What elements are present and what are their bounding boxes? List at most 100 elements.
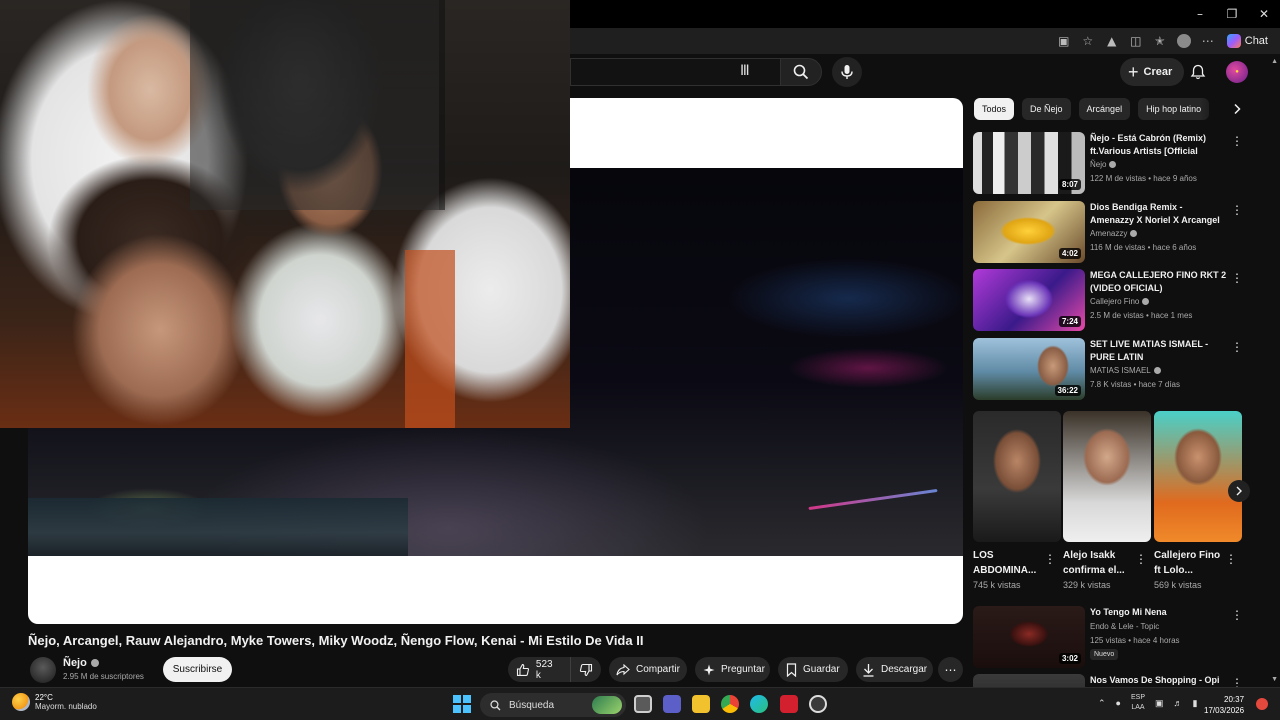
search-icon: [793, 64, 809, 80]
list-item[interactable]: Nos Vamos De Shopping - Opi ⋮: [973, 674, 1243, 687]
channel-name[interactable]: Amenazzy: [1090, 229, 1138, 238]
video-title[interactable]: SET LIVE MATIAS ISMAEL - PURE LATIN: [1090, 338, 1228, 364]
settings-app-icon[interactable]: [809, 695, 827, 713]
video-title[interactable]: Nos Vamos De Shopping - Opi: [1090, 674, 1228, 687]
short-thumbnail[interactable]: [1063, 411, 1151, 542]
list-item[interactable]: 4:02 Dios Bendiga Remix - Amenazzy X Nor…: [973, 201, 1243, 263]
video-title[interactable]: Dios Bendiga Remix - Amenazzy X Noriel X…: [1090, 201, 1228, 227]
favorites-icon[interactable]: ✭: [1151, 32, 1169, 50]
browser-menu-icon[interactable]: ⋯: [1199, 32, 1217, 50]
teams-icon[interactable]: [663, 695, 681, 713]
channel-name-row[interactable]: Ñejo: [63, 657, 99, 669]
close-button[interactable]: ✕: [1248, 0, 1280, 28]
download-button[interactable]: Descargar: [856, 657, 933, 682]
more-vertical-icon[interactable]: ⋮: [1135, 552, 1147, 566]
channel-label: Endo & Lele - Topic: [1090, 622, 1160, 631]
list-item[interactable]: 3:02 Yo Tengo Mi Nena Endo & Lele - Topi…: [973, 606, 1243, 668]
video-thumbnail[interactable]: [973, 674, 1085, 687]
weather-widget[interactable]: 22°C Mayorm. nublado: [12, 693, 97, 711]
video-thumbnail[interactable]: 4:02: [973, 201, 1085, 263]
more-vertical-icon[interactable]: ⋮: [1231, 134, 1243, 148]
short-title[interactable]: Callejero Fino ft Lolo...: [1154, 548, 1226, 578]
taskbar-search[interactable]: Búsqueda: [480, 693, 626, 717]
search-button[interactable]: [780, 58, 822, 86]
more-vertical-icon[interactable]: ⋮: [1231, 271, 1243, 285]
favorite-star-icon[interactable]: ☆: [1079, 32, 1097, 50]
video-thumbnail[interactable]: 3:02: [973, 606, 1085, 668]
like-dislike-group: 523 k: [508, 657, 601, 682]
like-button[interactable]: 523 k: [508, 657, 572, 682]
more-vertical-icon[interactable]: ⋮: [1231, 608, 1243, 622]
maximize-button[interactable]: ❐: [1216, 0, 1248, 28]
more-horizontal-icon: ⋯: [944, 662, 957, 677]
video-thumbnail[interactable]: 36:22: [973, 338, 1085, 400]
shorts-next-button[interactable]: [1228, 480, 1250, 502]
share-button[interactable]: Compartir: [609, 657, 687, 682]
ask-button[interactable]: Preguntar: [695, 657, 770, 682]
short-thumbnail[interactable]: [1154, 411, 1242, 542]
start-button[interactable]: [453, 695, 471, 713]
short-title[interactable]: Alejo Isakk confirma el...: [1063, 548, 1135, 578]
more-vertical-icon[interactable]: ⋮: [1225, 552, 1237, 566]
extensions-icon[interactable]: ▲: [1103, 32, 1121, 50]
channel-name[interactable]: Ñejo: [1090, 160, 1117, 169]
battery-icon[interactable]: ▮: [1193, 698, 1198, 709]
more-vertical-icon[interactable]: ⋮: [1231, 340, 1243, 354]
scroll-down-icon[interactable]: ▼: [1271, 676, 1278, 683]
notifications-button[interactable]: [1186, 60, 1210, 84]
more-vertical-icon[interactable]: ⋮: [1044, 552, 1056, 566]
more-vertical-icon[interactable]: ⋮: [1231, 203, 1243, 217]
list-item[interactable]: 36:22 SET LIVE MATIAS ISMAEL - PURE LATI…: [973, 338, 1243, 400]
video-title[interactable]: Ñejo - Está Cabrón (Remix) ft.Various Ar…: [1090, 132, 1228, 158]
video-title[interactable]: MEGA CALLEJERO FINO RKT 2 (VIDEO OFICIAL…: [1090, 269, 1228, 295]
more-vertical-icon[interactable]: ⋮: [1231, 676, 1243, 687]
task-view-icon[interactable]: [634, 695, 652, 713]
windows-logo-quad: [453, 705, 461, 713]
create-button[interactable]: + Crear: [1120, 58, 1185, 86]
list-item[interactable]: 7:24 MEGA CALLEJERO FINO RKT 2 (VIDEO OF…: [973, 269, 1243, 331]
streaming-app-icon[interactable]: [780, 695, 798, 713]
clock[interactable]: 20:37 17/03/2026: [1204, 694, 1244, 716]
account-avatar[interactable]: ●: [1226, 61, 1248, 83]
chip-arcangel[interactable]: Arcángel: [1078, 98, 1131, 120]
split-screen-icon[interactable]: ◫: [1127, 32, 1145, 50]
profile-icon[interactable]: [1175, 32, 1193, 50]
chevron-up-icon[interactable]: ⌃: [1098, 698, 1106, 709]
microphone-tray-icon[interactable]: ●: [1116, 698, 1121, 708]
chip-hip-hop-latino[interactable]: Hip hop latino: [1138, 98, 1210, 120]
volume-icon[interactable]: ♬: [1174, 698, 1183, 708]
notification-icon[interactable]: [1256, 698, 1268, 710]
subscribe-button[interactable]: Suscribirse: [163, 657, 232, 682]
channel-name[interactable]: MATIAS ISMAEL: [1090, 366, 1161, 375]
channel-label: Ñejo: [1090, 160, 1107, 169]
channel-name[interactable]: Endo & Lele - Topic: [1090, 622, 1159, 631]
list-item[interactable]: 8:07 Ñejo - Está Cabrón (Remix) ft.Vario…: [973, 132, 1243, 194]
short-thumbnail[interactable]: [973, 411, 1061, 542]
copilot-chat-button[interactable]: Chat: [1223, 34, 1272, 48]
minimize-button[interactable]: –: [1184, 0, 1216, 28]
app-install-icon[interactable]: ▣: [1055, 32, 1073, 50]
language-indicator[interactable]: ESP LAA: [1131, 693, 1145, 713]
chip-de-nejo[interactable]: De Ñejo: [1022, 98, 1071, 120]
channel-name[interactable]: Ñejo: [63, 657, 87, 669]
save-button[interactable]: Guardar: [778, 657, 848, 682]
chips-next-button[interactable]: [1200, 98, 1242, 120]
page-scrollbar[interactable]: ▲ ▼: [1270, 54, 1280, 687]
channel-name[interactable]: Callejero Fino: [1090, 297, 1150, 306]
dislike-button[interactable]: [571, 657, 601, 682]
channel-avatar[interactable]: [30, 657, 56, 683]
chrome-icon[interactable]: [721, 695, 739, 713]
file-explorer-icon[interactable]: [692, 695, 710, 713]
scroll-up-icon[interactable]: ▲: [1271, 58, 1278, 65]
video-thumbnail[interactable]: 8:07: [973, 132, 1085, 194]
short-title[interactable]: LOS ABDOMINA...: [973, 548, 1045, 578]
network-icon[interactable]: ▣: [1155, 698, 1164, 709]
share-icon: [616, 663, 630, 675]
system-tray: ⌃ ● ESP LAA ▣ ♬ ▮: [1098, 693, 1197, 713]
video-thumbnail[interactable]: 7:24: [973, 269, 1085, 331]
edge-icon[interactable]: [750, 695, 768, 713]
video-title[interactable]: Yo Tengo Mi Nena: [1090, 606, 1228, 619]
more-actions-button[interactable]: ⋯: [938, 657, 963, 682]
voice-search-button[interactable]: [832, 57, 862, 87]
chip-todos[interactable]: Todos: [974, 98, 1015, 120]
